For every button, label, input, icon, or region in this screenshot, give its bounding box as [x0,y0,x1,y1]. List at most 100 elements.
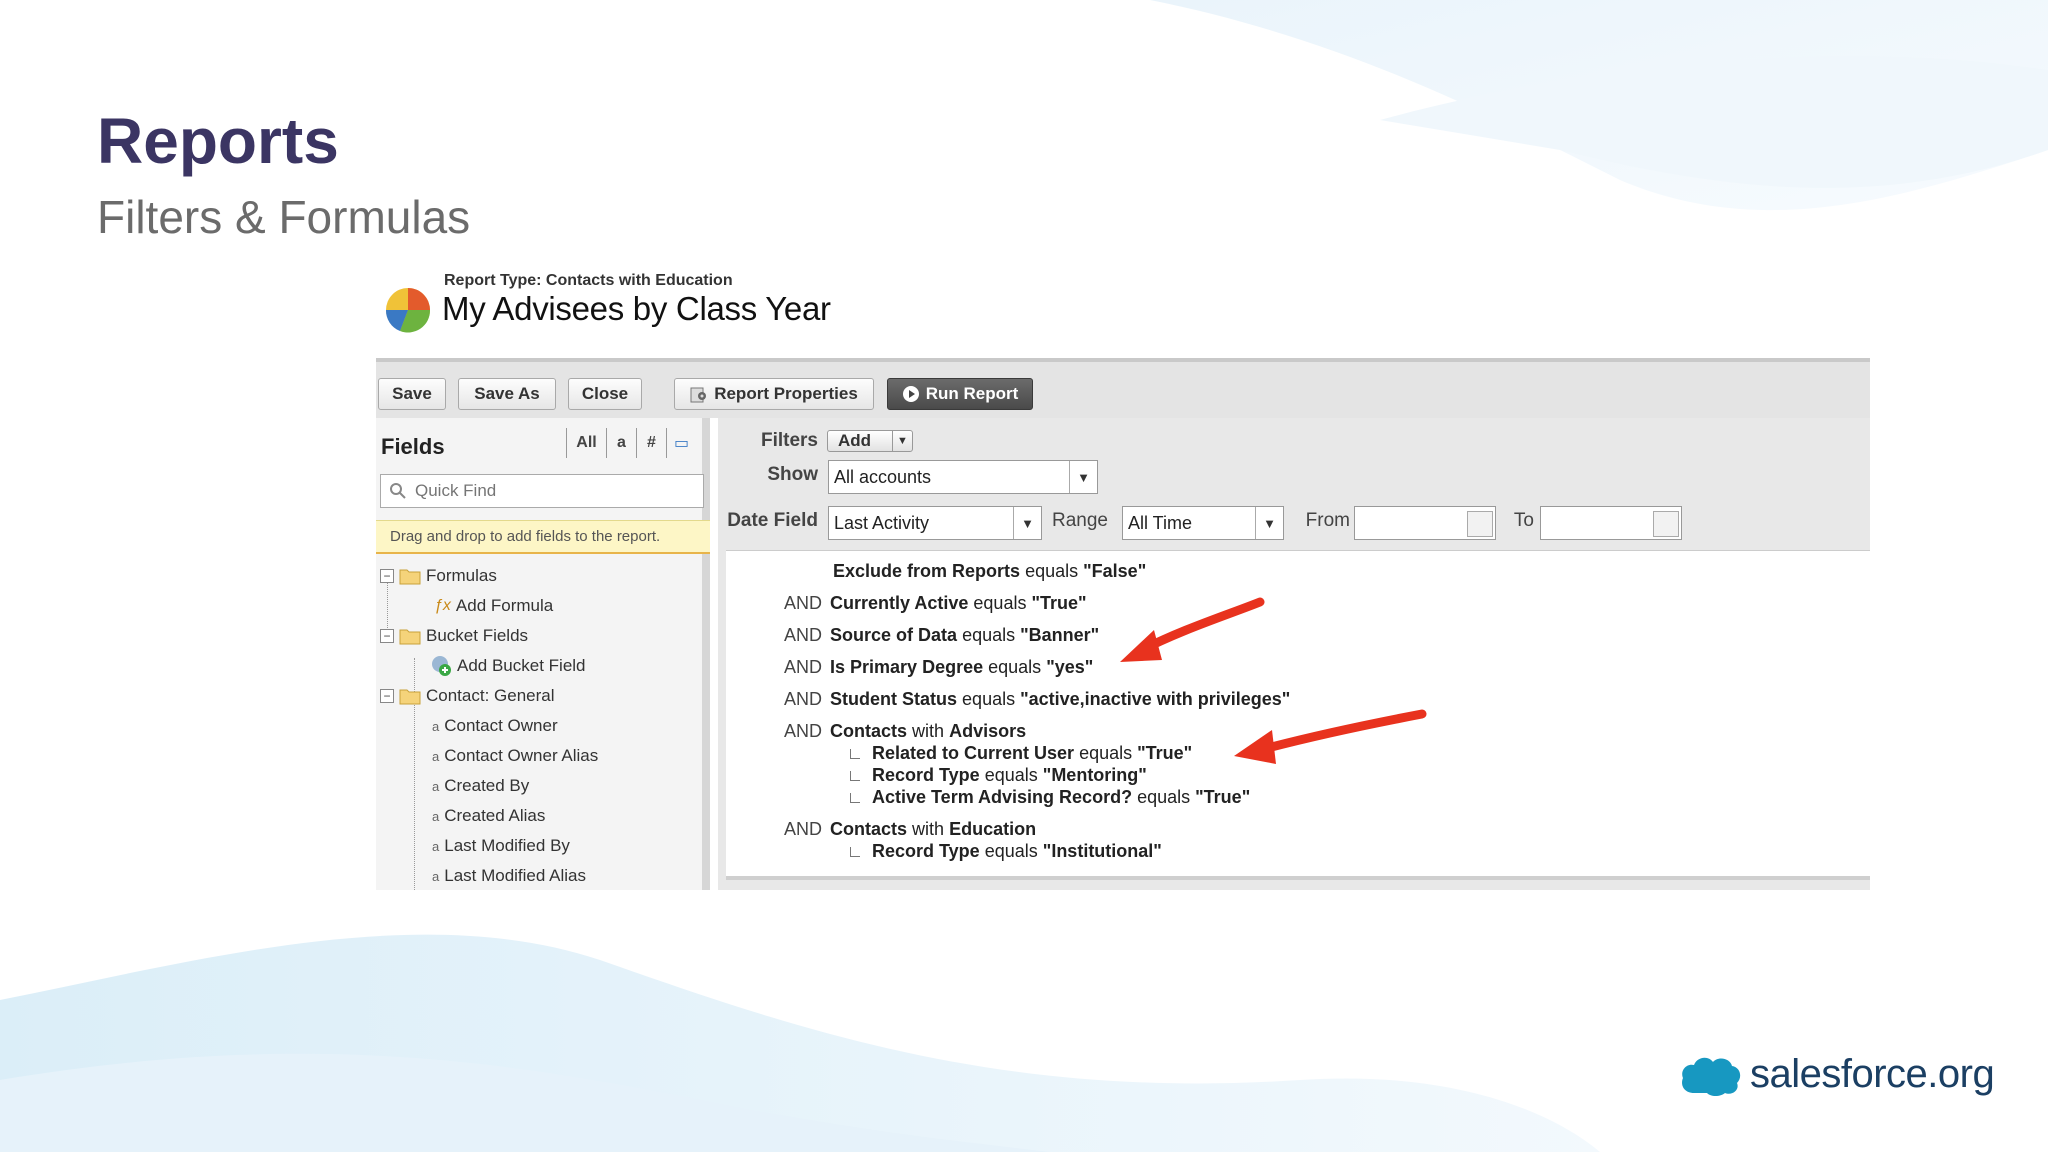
filters-label: Filters [760,430,818,451]
tab-number[interactable]: # [636,428,666,458]
text-field-icon: a [432,748,440,764]
save-as-button[interactable]: Save As [458,378,556,410]
to-label: To [1513,510,1534,531]
tree-item-add-formula[interactable]: ƒx Add Formula [434,594,553,618]
report-properties-button[interactable]: Report Properties [674,378,874,410]
date-field-value: Last Activity [834,512,930,533]
drag-drop-hint: Drag and drop to add fields to the repor… [376,520,710,554]
filter-row-advisors[interactable]: AND Contacts with Advisors [784,721,1026,742]
run-report-button[interactable]: Run Report [887,378,1033,410]
search-icon [390,483,406,499]
quick-find-box [380,474,704,508]
report-title: My Advisees by Class Year [442,290,831,327]
tree-label: Contact: General [426,686,555,705]
save-button[interactable]: Save [378,378,446,410]
range-value: All Time [1128,512,1193,533]
tree-field-created-by[interactable]: a Created By [432,774,529,798]
add-filter-button[interactable]: Add ▼ [827,430,913,452]
report-builder-screenshot: Report Type: Contacts with Education My … [376,268,1870,890]
tree-label: Created By [444,776,530,795]
tree-label: Contact Owner [444,716,558,735]
tree-label: Contact Owner Alias [444,746,599,765]
tree-label: Last Modified Alias [444,866,586,885]
filter-row[interactable]: AND Is Primary Degree equals "yes" [784,657,1093,678]
date-field-select[interactable]: Last Activity ▼ [828,506,1042,540]
tree-folder-formulas[interactable]: − Formulas [380,564,497,588]
chevron-down-icon: ▼ [892,431,912,451]
filter-row[interactable]: AND Currently Active equals "True" [784,593,1087,614]
filters-panel: Filters Add ▼ Show All accounts ▼ Date F… [718,418,1870,890]
tree-field-last-modified-alias[interactable]: a Last Modified Alias [432,864,586,888]
gear-icon [690,387,707,403]
tree-folder-contact-general[interactable]: − Contact: General [380,684,555,708]
tree-field-last-modified-by[interactable]: a Last Modified By [432,834,570,858]
formula-icon: ƒx [434,597,451,614]
range-label: Range [1052,510,1108,531]
from-date-field [1354,506,1496,540]
tab-all[interactable]: All [566,428,606,458]
field-type-tabs: All a # ▭ [566,428,696,458]
collapse-icon[interactable]: − [380,629,394,643]
calendar-icon[interactable] [1653,511,1679,537]
calendar-icon[interactable] [1467,511,1493,537]
chevron-down-icon: ▼ [1255,507,1283,539]
tree-field-contact-owner-alias[interactable]: a Contact Owner Alias [432,744,598,768]
tree-label: Created Alias [444,806,546,825]
to-date-field [1540,506,1682,540]
sub-filter-row[interactable]: Record Type equals "Institutional" [850,841,1162,862]
chevron-down-icon: ▼ [1013,507,1041,539]
report-toolbar: Save Save As Close Report Properties Run… [376,358,1870,418]
tree-label: Add Formula [455,596,554,615]
tab-text[interactable]: a [606,428,636,458]
logo-text: salesforce.org [1750,1052,1995,1096]
tab-date[interactable]: ▭ [666,428,696,458]
collapse-icon[interactable]: − [380,689,394,703]
tree-folder-bucket-fields[interactable]: − Bucket Fields [380,624,528,648]
sub-filter-row[interactable]: Related to Current User equals "True" [850,743,1192,764]
slide-subtitle: Filters & Formulas [97,191,471,243]
report-header: Report Type: Contacts with Education My … [376,268,1870,360]
close-button[interactable]: Close [568,378,642,410]
collapse-icon[interactable]: − [380,569,394,583]
annotation-arrow-icon [1120,597,1265,662]
tree-field-created-alias[interactable]: a Created Alias [432,804,545,828]
slide-title: Reports [97,105,339,177]
filter-row[interactable]: AND Student Status equals "active,inactiv… [784,689,1290,710]
run-report-label: Run Report [925,384,1019,403]
show-select-value: All accounts [834,466,932,487]
date-field-label: Date Field [727,510,818,531]
chevron-down-icon: ▼ [1069,461,1097,493]
salesforce-logo: salesforce.org [1680,1052,1995,1097]
tree-label: Bucket Fields [426,626,529,645]
annotation-arrow-icon [1234,709,1427,764]
tree-label: Formulas [426,566,497,585]
tree-label: Add Bucket Field [457,656,586,675]
sub-filter-row[interactable]: Record Type equals "Mentoring" [850,765,1147,786]
folder-icon [399,569,421,585]
text-field-icon: a [432,808,440,824]
report-type-label: Report Type: Contacts with Education [444,272,733,289]
add-filter-label: Add [838,431,872,450]
bucket-add-icon [432,656,451,676]
text-field-icon: a [432,838,440,854]
fields-panel: Fields All a # ▭ Drag and drop to add fi… [376,418,710,890]
play-icon [902,386,919,402]
cloud-icon [1682,1057,1741,1096]
tree-item-add-bucket-field[interactable]: Add Bucket Field [430,654,586,678]
filter-row-education[interactable]: AND Contacts with Education [784,819,1036,840]
range-select[interactable]: All Time ▼ [1122,506,1284,540]
sub-filter-row[interactable]: Active Term Advising Record? equals "Tru… [850,787,1250,808]
tree-label: Last Modified By [444,836,570,855]
quick-find-input[interactable] [415,481,695,501]
show-label: Show [767,464,818,485]
tree-field-contact-owner[interactable]: a Contact Owner [432,714,558,738]
report-properties-label: Report Properties [714,384,858,403]
report-chart-icon [385,288,431,333]
show-select[interactable]: All accounts ▼ [828,460,1098,494]
fields-title: Fields [381,434,445,459]
filter-row[interactable]: AND Source of Data equals "Banner" [784,625,1099,646]
folder-icon [399,689,421,705]
text-field-icon: a [432,778,440,794]
text-field-icon: a [432,868,440,884]
filter-row[interactable]: Exclude from Reports equals "False" [833,561,1146,582]
